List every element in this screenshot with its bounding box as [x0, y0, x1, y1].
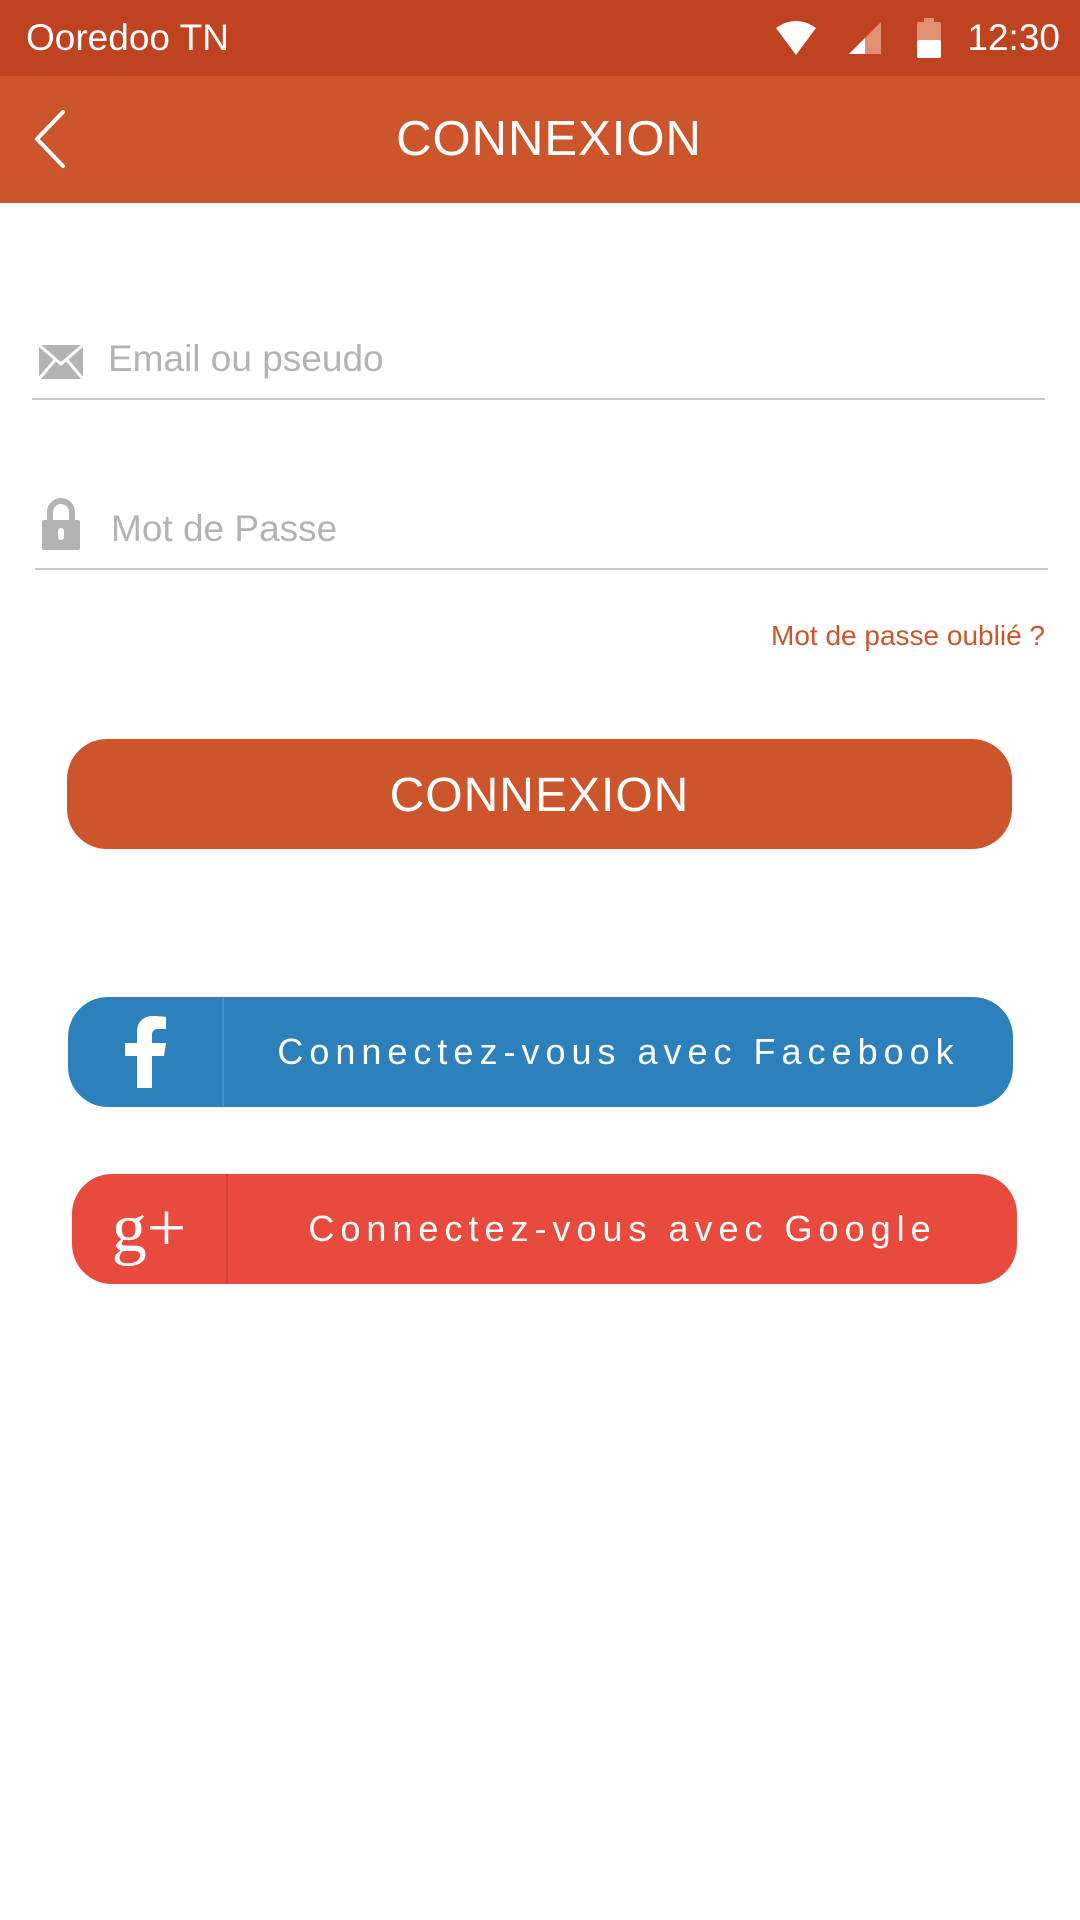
google-icon-box: g+	[72, 1174, 226, 1284]
wifi-icon	[776, 21, 817, 55]
facebook-login-button[interactable]: Connectez-vous avec Facebook	[68, 997, 1013, 1107]
cell-signal-icon	[849, 22, 882, 54]
page-title: CONNEXION	[396, 112, 702, 166]
status-bar: Ooredoo TN 12:30	[0, 0, 1080, 76]
carrier-name: Ooredoo TN	[26, 17, 229, 58]
google-plus-icon: g+	[111, 1190, 187, 1267]
password-input[interactable]	[111, 502, 1011, 556]
login-button[interactable]: CONNEXION	[67, 739, 1012, 849]
clock: 12:30	[967, 17, 1060, 58]
password-field[interactable]	[35, 478, 1048, 570]
battery-icon	[917, 18, 942, 58]
app-bar: CONNEXION	[0, 76, 1080, 203]
facebook-icon	[125, 1016, 166, 1088]
facebook-button-label: Connectez-vous avec Facebook	[277, 1031, 960, 1072]
google-login-button[interactable]: g+ Connectez-vous avec Google	[72, 1174, 1017, 1284]
email-field[interactable]	[32, 308, 1045, 400]
lock-icon	[42, 498, 80, 550]
email-input[interactable]	[108, 332, 1008, 386]
status-icons: 12:30	[775, 14, 1060, 62]
envelope-icon	[38, 344, 84, 380]
google-button-label: Connectez-vous avec Google	[308, 1208, 937, 1249]
forgot-password-link[interactable]: Mot de passe oublié ?	[771, 620, 1045, 652]
facebook-icon-box	[68, 997, 222, 1107]
